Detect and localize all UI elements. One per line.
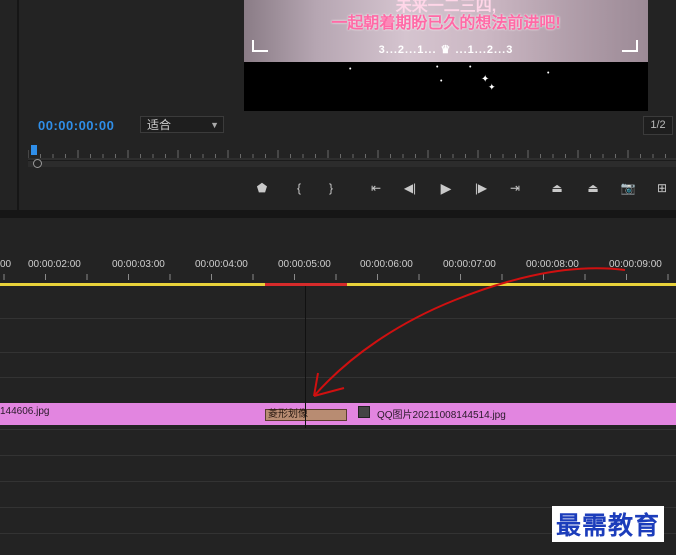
extract-button[interactable]: ⏏ (585, 180, 601, 196)
sparkle-icon: • (349, 66, 352, 73)
frame-bracket-left (252, 40, 268, 52)
track-divider (0, 318, 676, 319)
mark-in-button[interactable]: { (291, 180, 307, 196)
sparkle-icon: • (469, 64, 472, 71)
playhead-timecode[interactable]: 00:00:00:00 (38, 118, 114, 133)
export-frame-button[interactable]: 📷 (620, 180, 636, 196)
overlay-main-text: 一起朝着期盼已久的想法前进吧! (331, 15, 561, 32)
track-divider (0, 481, 676, 482)
ruler-tick-label: 00:00:08:00 (526, 259, 579, 270)
scroll-handle[interactable] (33, 159, 42, 168)
lift-button[interactable]: ⏏ (549, 180, 565, 196)
timeline-playhead[interactable] (305, 286, 306, 428)
track-divider (0, 455, 676, 456)
render-needed-bar (265, 283, 347, 286)
go-to-out-button[interactable]: ⇥ (507, 180, 523, 196)
clip-left-label: 144606.jpg (0, 406, 50, 417)
clip-right-label: QQ图片20211008144514.jpg (377, 410, 506, 421)
add-marker-button[interactable]: ⬟ (254, 180, 270, 196)
go-to-in-button[interactable]: ⇤ (368, 180, 384, 196)
track-divider (0, 377, 676, 378)
ruler-tick-label: 00:00:03:00 (112, 259, 165, 270)
step-back-button[interactable]: ◀| (402, 180, 418, 196)
button-editor-button[interactable]: ⊞ (654, 180, 670, 196)
ruler-tick-label: 00:00:07:00 (443, 259, 496, 270)
zoom-fit-select[interactable]: 适合 ▼ (140, 116, 224, 133)
transition-diamond-wipe[interactable]: 菱形划像 (265, 409, 347, 421)
ruler-tick-label: 00:00:05:00 (278, 259, 331, 270)
playback-resolution-select[interactable]: 1/2 (643, 116, 673, 135)
ruler-tick-label: 00 (0, 259, 12, 270)
panel-divider[interactable] (0, 210, 676, 218)
sparkle-icon: • (436, 64, 439, 71)
mark-out-button[interactable]: } (323, 180, 339, 196)
video-preview: 未来一二三四, 一起朝着期盼已久的想法前进吧! 3...2...1... ♛ .… (244, 0, 648, 111)
sparkle-icon: • (440, 78, 443, 85)
monitor-time-ruler[interactable] (28, 142, 676, 160)
watermark-logo: 最需教育 (552, 506, 665, 542)
fx-badge-icon (358, 406, 370, 418)
ruler-tick-label: 00:00:04:00 (195, 259, 248, 270)
left-panel (0, 0, 19, 210)
ruler-tick-label: 00:00:06:00 (360, 259, 413, 270)
monitor-scrubber-bar[interactable] (28, 160, 676, 167)
overlay-countdown-text: 3...2...1... ♛ ...1...2...3 (378, 44, 514, 56)
track-divider (0, 352, 676, 353)
step-forward-button[interactable]: |▶ (473, 180, 489, 196)
frame-bracket-right (622, 40, 638, 52)
ruler-tick-label: 00:00:09:00 (609, 259, 662, 270)
sparkle-icon: • (547, 70, 550, 77)
zoom-fit-value: 适合 (147, 118, 172, 132)
sparkle-icon: ✦ (488, 82, 496, 92)
track-divider (0, 429, 676, 430)
play-button[interactable]: ▶ (438, 180, 454, 196)
monitor-playhead-handle[interactable] (31, 145, 37, 155)
chevron-down-icon: ▼ (210, 120, 219, 130)
ruler-tick-label: 00:00:02:00 (28, 259, 81, 270)
